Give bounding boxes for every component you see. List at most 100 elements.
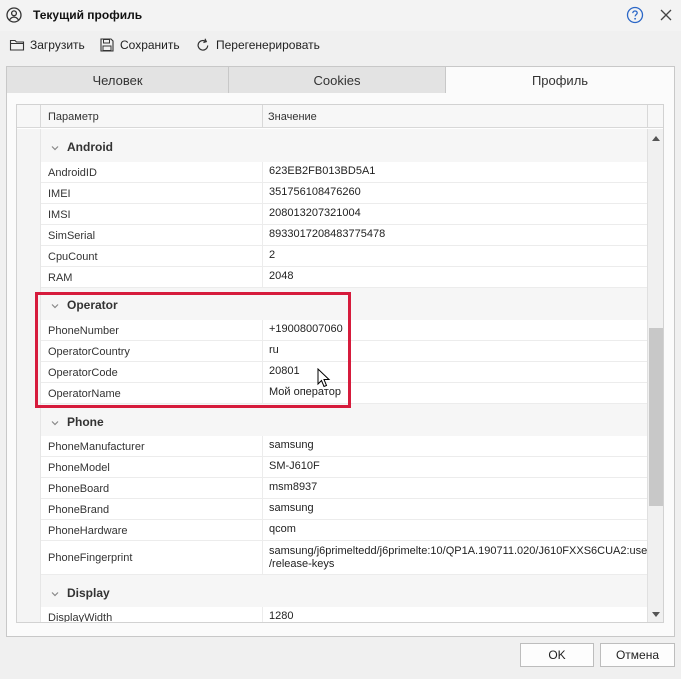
row-phonemodel[interactable]: PhoneModel SM-J610F [41, 457, 647, 478]
chevron-down-icon [51, 304, 59, 309]
save-button-label: Сохранить [120, 38, 180, 52]
row-imsi[interactable]: IMSI 208013207321004 [41, 204, 647, 225]
section-android[interactable]: Android [41, 129, 647, 162]
section-phone[interactable]: Phone [41, 404, 647, 436]
param-value[interactable]: 2 [269, 249, 647, 261]
value-divider [262, 520, 263, 540]
param-name: OperatorCountry [48, 346, 130, 358]
param-value[interactable]: 8933017208483775478 [269, 228, 647, 240]
chevron-down-icon [51, 146, 59, 151]
row-cpucount[interactable]: CpuCount 2 [41, 246, 647, 267]
param-value-line2[interactable]: /release-keys [269, 558, 647, 570]
mouse-pointer-icon [317, 368, 331, 388]
value-divider [262, 541, 263, 574]
column-header-value[interactable]: Значение [268, 111, 317, 123]
row-displaywidth[interactable]: DisplayWidth 1280 [41, 607, 647, 623]
property-grid: Параметр Значение Android AndroidID 623E… [16, 104, 664, 623]
param-name: SimSerial [48, 230, 96, 242]
scroll-up-arrow-icon[interactable] [652, 136, 660, 141]
row-operatorname[interactable]: OperatorName Мой оператор [41, 383, 647, 404]
regenerate-button-label: Перегенерировать [216, 38, 320, 52]
chevron-down-icon [51, 421, 59, 426]
ok-button[interactable]: OK [520, 643, 594, 667]
value-divider [262, 607, 263, 622]
toolbar: Загрузить Сохранить Перегенерировать [0, 31, 681, 59]
param-name: CpuCount [48, 251, 98, 263]
title-bar: Текущий профиль [0, 0, 681, 31]
param-name: PhoneBrand [48, 504, 110, 516]
chevron-down-icon [51, 592, 59, 597]
cancel-button[interactable]: Отмена [600, 643, 675, 667]
param-name: DisplayWidth [48, 612, 113, 623]
column-separator[interactable] [262, 105, 263, 128]
value-divider [262, 362, 263, 382]
tab-person-label: Человек [92, 72, 143, 88]
floppy-disk-icon [100, 38, 114, 52]
param-name: PhoneBoard [48, 483, 110, 495]
value-divider [262, 162, 263, 182]
param-value[interactable]: qcom [269, 523, 647, 535]
row-phonefingerprint[interactable]: PhoneFingerprint samsung/j6primeltedd/j6… [41, 541, 647, 575]
scroll-down-arrow-icon[interactable] [652, 612, 660, 617]
value-divider [262, 267, 263, 287]
section-title: Display [67, 586, 110, 600]
param-value[interactable]: 208013207321004 [269, 207, 647, 219]
tab-bar: Человек Cookies Профиль [6, 66, 675, 94]
row-imei[interactable]: IMEI 351756108476260 [41, 183, 647, 204]
scrollbar-thumb[interactable] [649, 328, 663, 506]
regenerate-button[interactable]: Перегенерировать [195, 36, 320, 54]
param-value-line1[interactable]: samsung/j6primeltedd/j6primelte:10/QP1A.… [269, 545, 647, 557]
param-name: PhoneHardware [48, 525, 128, 537]
row-phonemanufacturer[interactable]: PhoneManufacturer samsung [41, 436, 647, 457]
param-value[interactable]: SM-J610F [269, 460, 647, 472]
value-divider [262, 478, 263, 498]
row-phoneboard[interactable]: PhoneBoard msm8937 [41, 478, 647, 499]
param-name: PhoneManufacturer [48, 441, 145, 453]
folder-icon [9, 39, 25, 51]
row-phonenumber[interactable]: PhoneNumber +19008007060 [41, 320, 647, 341]
param-name: IMSI [48, 209, 71, 221]
row-operatorcountry[interactable]: OperatorCountry ru [41, 341, 647, 362]
row-androidid[interactable]: AndroidID 623EB2FB013BD5A1 [41, 162, 647, 183]
param-value[interactable]: 2048 [269, 270, 647, 282]
value-divider [262, 457, 263, 477]
close-icon[interactable] [657, 6, 675, 24]
row-simserial[interactable]: SimSerial 8933017208483775478 [41, 225, 647, 246]
tab-cookies-label: Cookies [313, 72, 361, 88]
value-divider [262, 499, 263, 519]
save-button[interactable]: Сохранить [99, 36, 180, 54]
section-title: Phone [67, 415, 104, 429]
section-display[interactable]: Display [41, 575, 647, 607]
param-value[interactable]: 1280 [269, 610, 647, 622]
tab-profile[interactable]: Профиль [445, 66, 675, 94]
section-operator[interactable]: Operator [41, 288, 647, 320]
section-title: Operator [67, 298, 118, 312]
row-phonehardware[interactable]: PhoneHardware qcom [41, 520, 647, 541]
header-scroll-separator [647, 105, 648, 128]
row-phonebrand[interactable]: PhoneBrand samsung [41, 499, 647, 520]
param-value[interactable]: 351756108476260 [269, 186, 647, 198]
vertical-scrollbar[interactable] [647, 129, 663, 622]
help-circle-icon[interactable] [626, 6, 644, 24]
row-ram[interactable]: RAM 2048 [41, 267, 647, 288]
param-name: RAM [48, 272, 73, 284]
column-header-param[interactable]: Параметр [48, 111, 99, 123]
param-name: AndroidID [48, 167, 97, 179]
param-value[interactable]: 623EB2FB013BD5A1 [269, 165, 647, 177]
row-operatorcode[interactable]: OperatorCode 20801 [41, 362, 647, 383]
value-divider [262, 204, 263, 224]
value-divider [262, 341, 263, 361]
value-divider [262, 436, 263, 456]
param-value[interactable]: ru [269, 344, 647, 356]
load-button[interactable]: Загрузить [9, 36, 85, 54]
value-divider [262, 320, 263, 340]
param-value[interactable]: msm8937 [269, 481, 647, 493]
section-title: Android [67, 140, 113, 154]
param-value[interactable]: samsung [269, 502, 647, 514]
param-value[interactable]: +19008007060 [269, 323, 647, 335]
value-divider [262, 246, 263, 266]
tab-cookies[interactable]: Cookies [228, 66, 446, 94]
tab-person[interactable]: Человек [6, 66, 229, 94]
param-value[interactable]: samsung [269, 439, 647, 451]
grid-header-gutter [17, 105, 41, 128]
